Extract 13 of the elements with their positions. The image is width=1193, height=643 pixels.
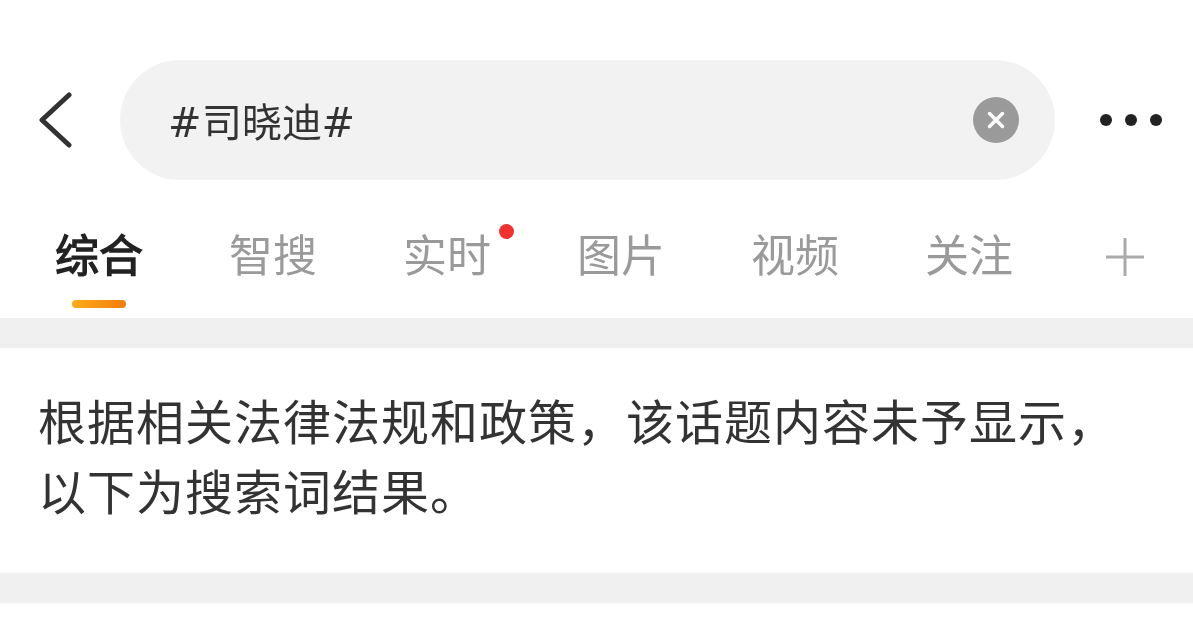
back-icon[interactable] <box>38 92 72 148</box>
tab[interactable]: 关注 <box>925 231 1013 308</box>
clear-icon[interactable] <box>973 97 1019 143</box>
search-field[interactable]: #司晓迪# <box>168 97 949 143</box>
notice-text: 根据相关法律法规和政策，该话题内容未予显示，以下为搜索词结果。 <box>37 394 1117 523</box>
more-icon[interactable] <box>1100 114 1162 126</box>
tab[interactable]: 综合 <box>55 231 143 308</box>
search-bar[interactable]: #司晓迪# <box>120 60 1055 180</box>
tab[interactable]: 视频 <box>751 231 839 308</box>
tab[interactable]: 智搜 <box>229 231 317 308</box>
tab[interactable]: 图片 <box>577 231 665 308</box>
selected-underline <box>72 300 126 308</box>
tab[interactable]: 实时 <box>403 231 514 308</box>
